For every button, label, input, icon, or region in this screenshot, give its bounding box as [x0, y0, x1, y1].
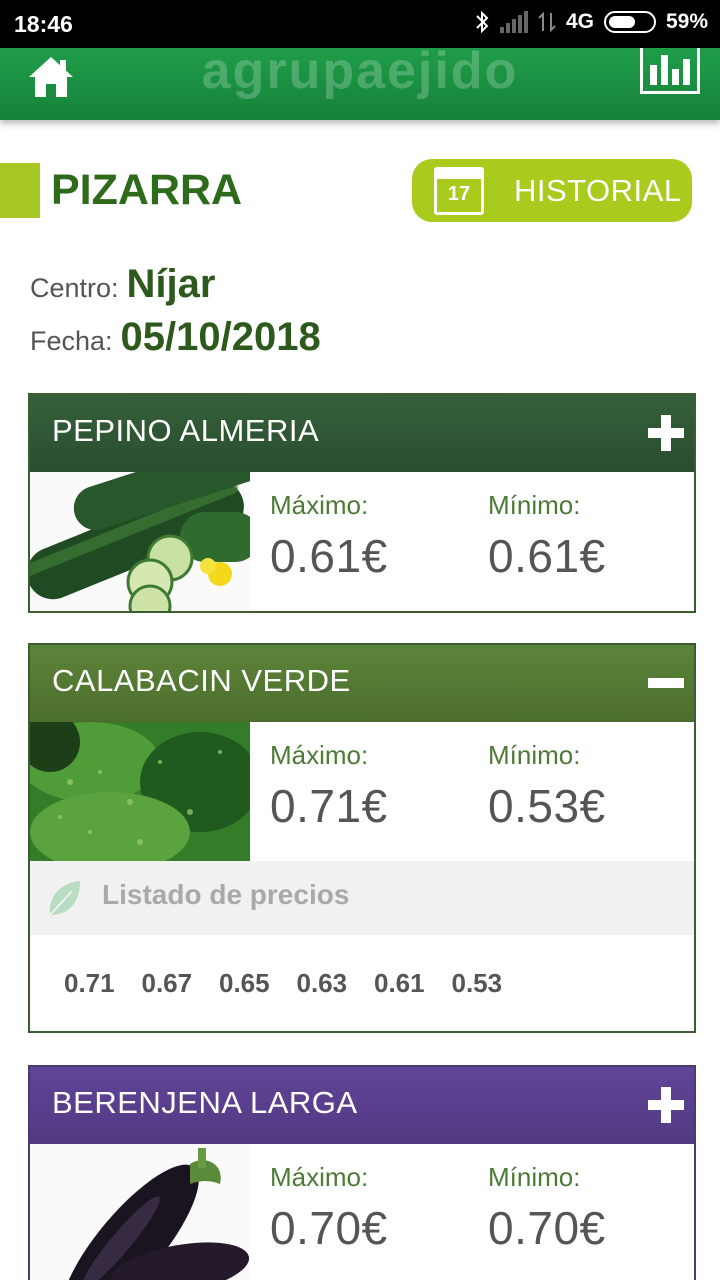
- max-label: Máximo:: [270, 1162, 369, 1192]
- min-label: Mínimo:: [488, 1162, 581, 1192]
- product-prices: Máximo: 0.61€ Mínimo: 0.61€: [30, 472, 694, 611]
- product-card-berenjena: BERENJENA LARGA Máximo: 0.70€ Mínimo: 0.…: [28, 1065, 696, 1280]
- price-list-item: 0.53: [451, 967, 503, 998]
- max-label: Máximo:: [270, 740, 369, 770]
- zucchini-image: [30, 722, 250, 861]
- battery-icon: [603, 11, 656, 33]
- collapse-minus-icon[interactable]: [648, 665, 684, 701]
- centro-value: Níjar: [126, 262, 216, 306]
- product-header[interactable]: CALABACIN VERDE: [30, 645, 694, 722]
- max-price: Máximo: 0.71€: [270, 740, 388, 833]
- expand-plus-icon[interactable]: [648, 415, 684, 451]
- min-price: Mínimo: 0.53€: [488, 740, 606, 833]
- data-transfer-icon: [538, 11, 556, 33]
- leaf-icon: [49, 881, 80, 916]
- product-prices: Máximo: 0.71€ Mínimo: 0.53€: [30, 722, 694, 861]
- app-header: agrupaejido: [0, 42, 720, 120]
- min-value: 0.53€: [488, 780, 606, 832]
- min-price: Mínimo: 0.70€: [488, 1162, 606, 1255]
- historial-label: HISTORIAL: [514, 173, 682, 208]
- max-value: 0.61€: [270, 530, 388, 582]
- price-list-header: Listado de precios: [30, 861, 694, 935]
- page-title: PIZARRA: [51, 166, 243, 214]
- price-list-item: 0.63: [296, 967, 348, 998]
- status-time: 18:46: [14, 11, 73, 37]
- expand-plus-icon[interactable]: [648, 1087, 684, 1123]
- min-label: Mínimo:: [488, 740, 581, 770]
- price-list-title: Listado de precios: [102, 879, 350, 910]
- product-header[interactable]: PEPINO ALMERIA: [30, 395, 694, 472]
- product-card-pepino: PEPINO ALMERIA Máximo: 0.61€ Mínimo: 0.6…: [28, 393, 696, 613]
- centro-label: Centro:: [30, 273, 119, 303]
- max-price: Máximo: 0.70€: [270, 1162, 388, 1255]
- min-value: 0.61€: [488, 530, 606, 582]
- product-header[interactable]: BERENJENA LARGA: [30, 1067, 694, 1144]
- fecha-row: Fecha: 05/10/2018: [30, 315, 321, 360]
- fecha-label: Fecha:: [30, 326, 113, 356]
- battery-percent: 59%: [665, 10, 708, 33]
- price-list-item: 0.61: [374, 967, 425, 998]
- min-label: Mínimo:: [488, 490, 581, 520]
- title-accent-bar: [0, 163, 40, 218]
- price-list: 0.71 0.67 0.65 0.63 0.61 0.53: [30, 935, 694, 1031]
- price-list-item: 0.65: [219, 967, 270, 998]
- product-prices: Máximo: 0.70€ Mínimo: 0.70€: [30, 1144, 694, 1280]
- price-list-item: 0.67: [141, 967, 193, 998]
- min-value: 0.70€: [488, 1202, 606, 1254]
- eggplant-image: [30, 1144, 250, 1280]
- product-card-calabacin: CALABACIN VERDE Máximo: 0.71€ Mínimo: 0.…: [28, 643, 696, 1033]
- status-bar: 18:46 4G 59%: [0, 0, 720, 48]
- min-price: Mínimo: 0.61€: [488, 490, 606, 583]
- product-name: PEPINO ALMERIA: [52, 413, 320, 448]
- product-name: CALABACIN VERDE: [52, 663, 351, 698]
- price-list-item: 0.71: [64, 967, 115, 998]
- bluetooth-icon: [476, 10, 489, 34]
- max-label: Máximo:: [270, 490, 369, 520]
- max-price: Máximo: 0.61€: [270, 490, 388, 583]
- signal-icon: [499, 11, 528, 33]
- product-name: BERENJENA LARGA: [52, 1085, 358, 1120]
- calendar-day: 17: [447, 183, 471, 205]
- historial-button[interactable]: 17 HISTORIAL: [412, 159, 692, 222]
- fecha-value: 05/10/2018: [120, 315, 321, 359]
- status-icons: 4G 59%: [474, 10, 708, 34]
- max-value: 0.71€: [270, 780, 388, 832]
- bar-chart-icon[interactable]: [640, 48, 700, 94]
- cucumber-image: [30, 472, 250, 611]
- network-type: 4G: [565, 10, 594, 33]
- centro-row: Centro: Níjar: [30, 262, 215, 307]
- calendar-icon: 17: [434, 167, 484, 215]
- app-logo: agrupaejido: [201, 42, 519, 100]
- max-value: 0.70€: [270, 1202, 388, 1254]
